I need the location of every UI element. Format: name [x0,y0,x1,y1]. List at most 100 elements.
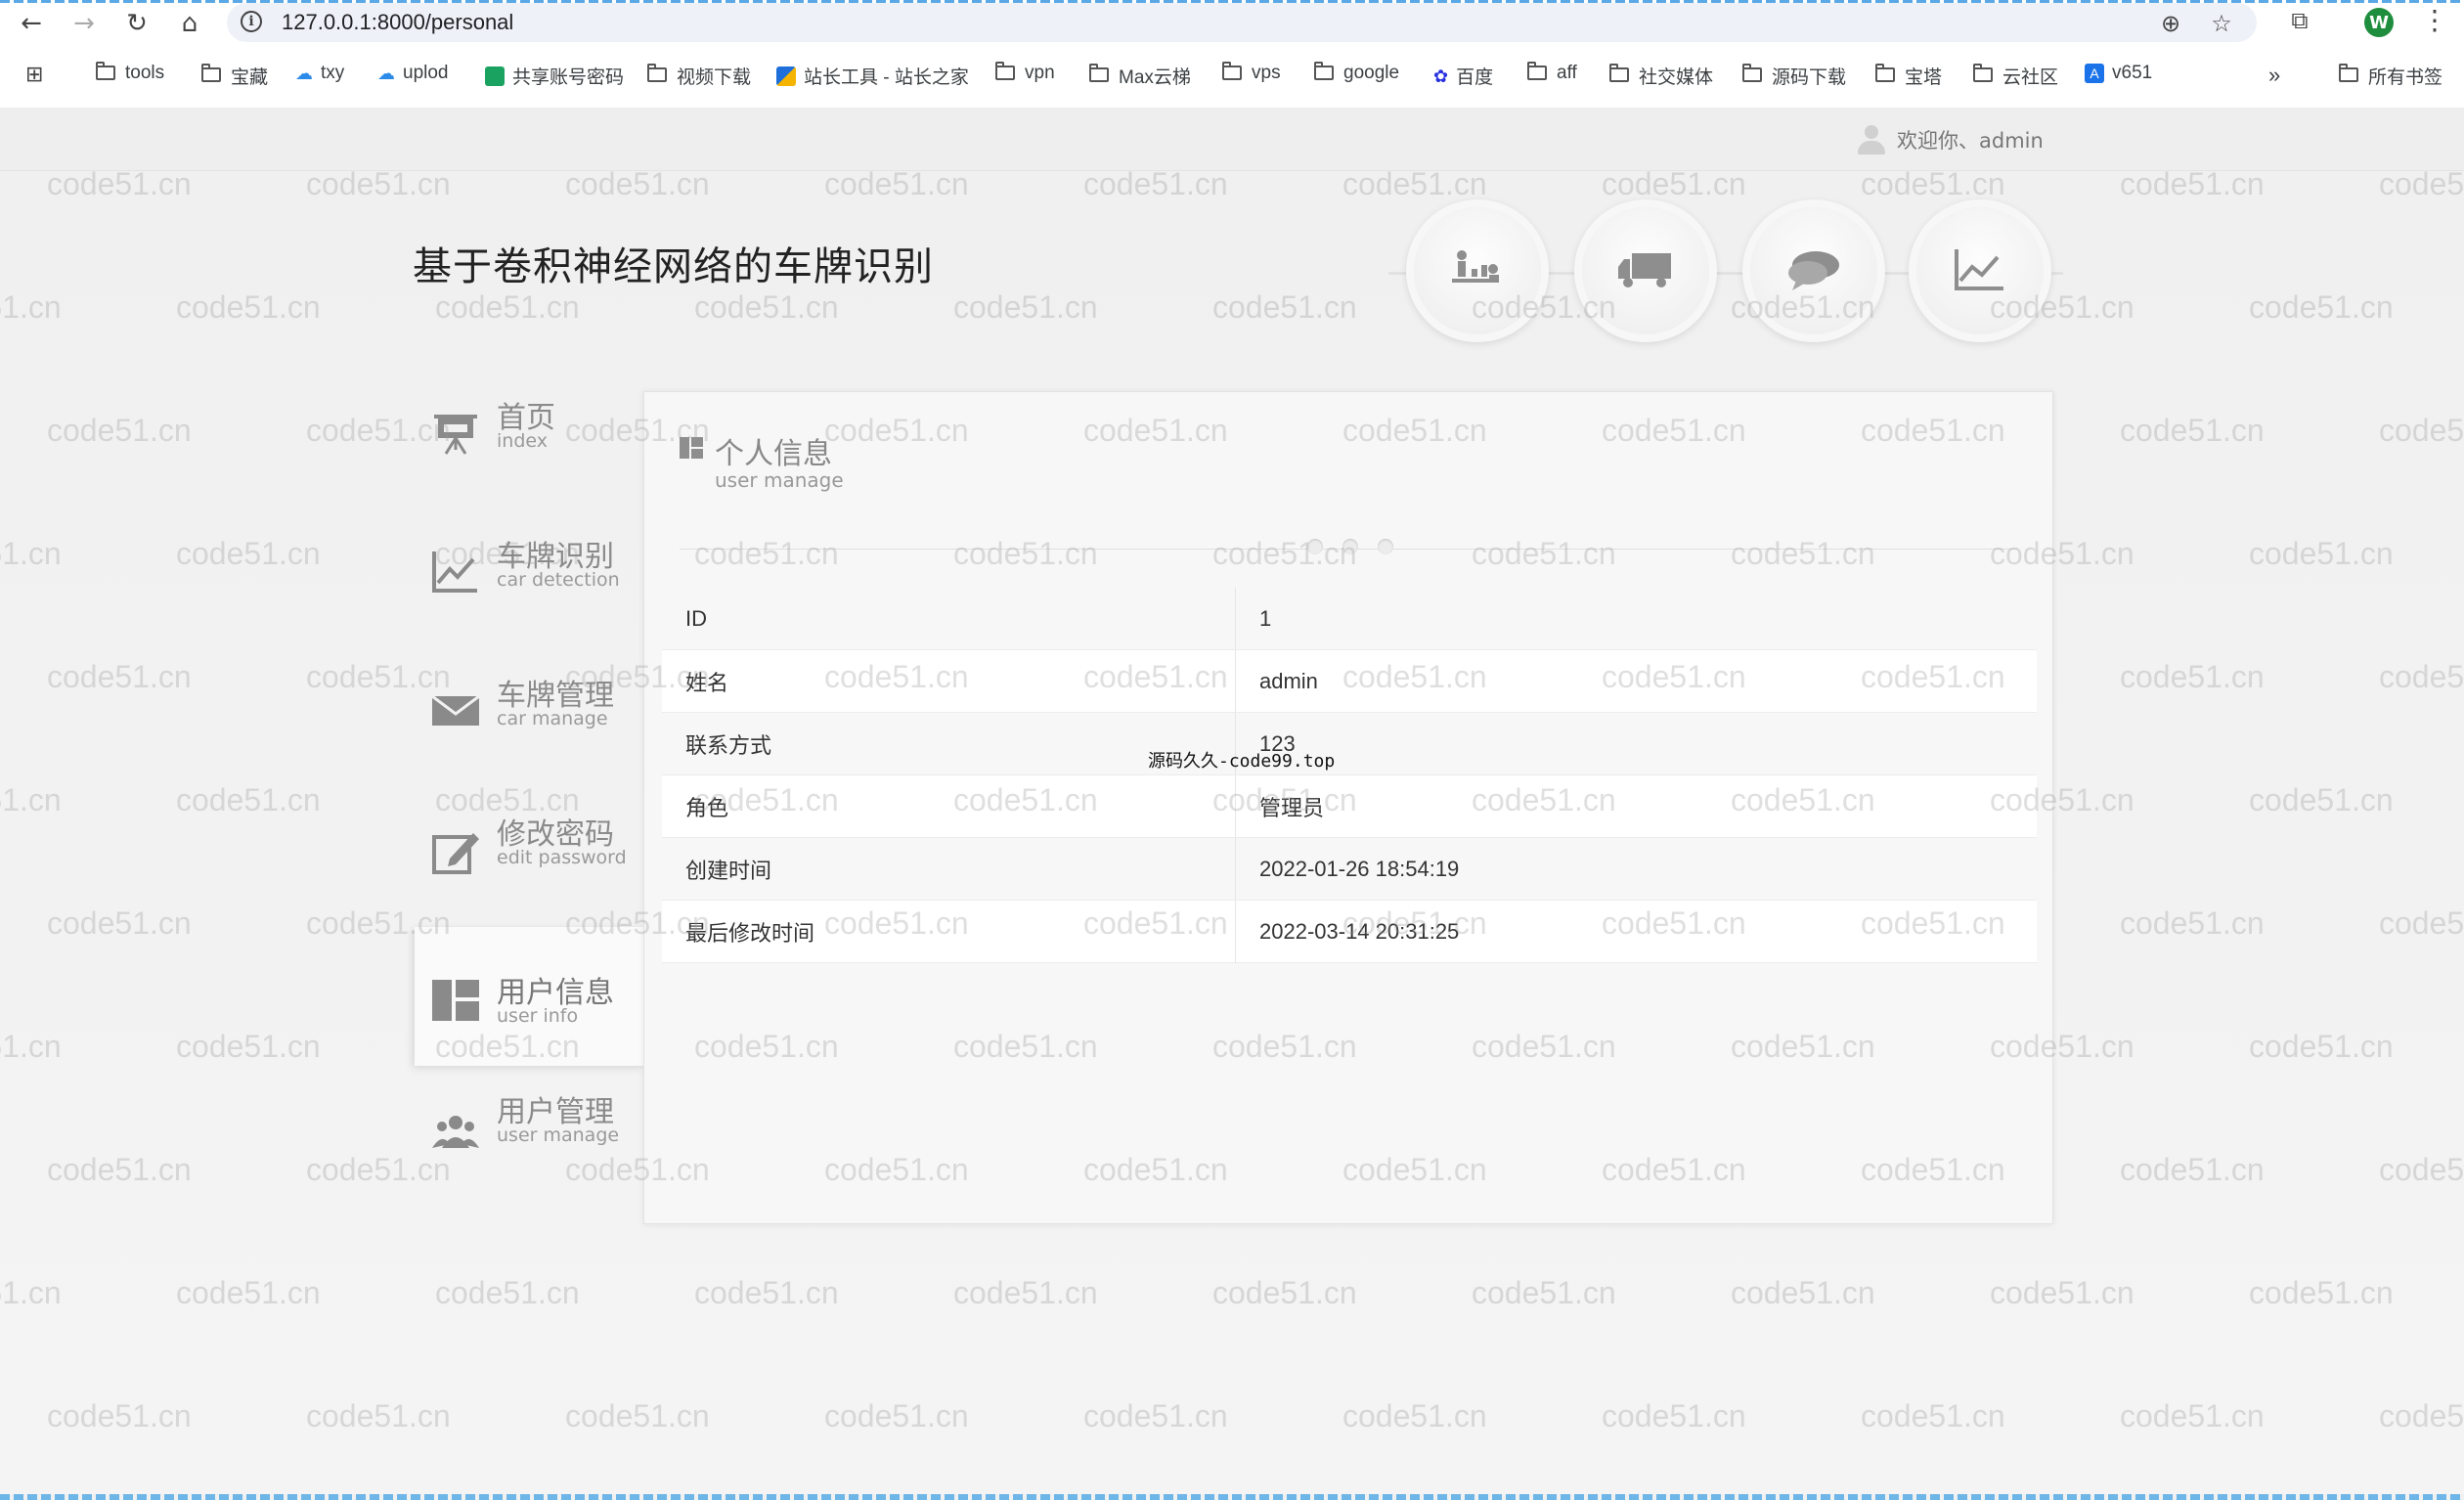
bookmarks-overflow-icon[interactable]: » [2268,63,2280,88]
presentation-icon [434,415,477,455]
edit-icon [432,833,479,874]
back-arrow-icon[interactable]: ← [10,4,53,43]
sidebar-item-sublabel: user manage [497,1125,620,1146]
bookmark-star-icon[interactable]: ☆ [2206,9,2237,38]
dashboard-icon [432,980,479,1021]
bookmark-max-ladder[interactable]: Max云梯 [1089,63,1191,89]
row-label: ID [662,588,1236,650]
cloud-icon: ☁ [377,64,395,83]
all-bookmarks[interactable]: 所有书签 [2339,63,2442,89]
bookmark-google[interactable]: google [1314,61,1399,84]
page: 欢迎你、admin 基于卷积神经网络的车牌识别 首页 index 车牌识别 ca… [0,108,2464,1500]
divider-dots [1307,539,1393,554]
bookmark-tools[interactable]: tools [96,61,164,84]
sheet-icon [485,66,505,86]
site-icon [776,66,796,86]
row-value: 123 [1235,712,2037,775]
row-value: 1 [1235,588,2037,650]
overlay-watermark-text: 源码久久-code99.top [1148,751,1336,772]
bookmark-vps[interactable]: vps [1222,61,1281,84]
sidebar-item-edit-password[interactable]: 修改密码 edit password [415,788,645,927]
panel-subtitle: user manage [715,468,844,492]
folder-icon [1973,64,1993,82]
address-bar[interactable]: i 127.0.0.1:8000/personal ⊕ ☆ [227,3,2257,42]
table-row: 联系方式 123 [662,712,2037,775]
row-value: 管理员 [1235,774,2037,838]
row-value: 2022-03-14 20:31:25 [1235,900,2037,963]
bookmark-txy[interactable]: ☁ txy [295,63,344,84]
user-info-table: ID 1 姓名 admin 联系方式 123 角色 管理员 创建时间 2022-… [662,588,2037,963]
sidebar-item-user-info[interactable]: 用户信息 user info [415,927,645,1066]
row-value: 2022-01-26 18:54:19 [1235,837,2037,901]
welcome-user: 欢迎你、admin [1856,123,2044,156]
truck-icon [1618,253,1671,287]
bookmark-baidu[interactable]: ✿ 百度 [1433,63,1493,89]
bookmark-vpn[interactable]: vpn [995,61,1055,84]
folder-icon [1089,64,1109,82]
top-truck-button[interactable] [1582,207,1709,334]
table-row: 创建时间 2022-01-26 18:54:19 [662,837,2037,901]
profile-avatar[interactable]: W [2364,8,2394,37]
folder-icon [1875,64,1895,82]
table-row: 姓名 admin [662,649,2037,713]
sidebar-item-sublabel: edit password [497,847,627,868]
bookmark-social-media[interactable]: 社交媒体 [1609,63,1713,89]
folder-icon [647,64,667,82]
user-avatar-icon [1856,123,1887,156]
forward-arrow-icon[interactable]: → [63,4,106,43]
sidebar-item-user-manage[interactable]: 用户管理 user manage [415,1066,645,1205]
top-chat-button[interactable] [1750,207,1877,334]
reload-icon[interactable]: ↻ [115,4,158,43]
sidebar-item-car-manage[interactable]: 车牌管理 car manage [415,649,645,788]
bookmark-v651[interactable]: Av651 [2085,63,2152,84]
row-label: 角色 [662,774,1236,838]
row-label: 姓名 [662,649,1236,713]
browser-toolbar: ← → ↻ ⌂ i 127.0.0.1:8000/personal ⊕ ☆ ⧉ … [0,0,2464,109]
users-icon [432,1116,479,1148]
site-title: 基于卷积神经网络的车牌识别 [413,244,934,289]
bookmark-source-download[interactable]: 源码下载 [1742,63,1846,89]
bookmark-baota[interactable]: 宝塔 [1875,63,1942,89]
row-label: 最后修改时间 [662,900,1236,963]
url-text[interactable]: 127.0.0.1:8000/personal [282,10,513,35]
sidebar-item-index[interactable]: 首页 index [415,372,645,510]
extensions-puzzle-icon[interactable]: ⧉ [2284,6,2315,35]
sidebar-item-sublabel: index [497,430,548,452]
baidu-paw-icon: ✿ [1433,66,1449,86]
bottom-accent-bar [0,1494,2464,1500]
browser-menu-icon[interactable]: ⋮ [2421,4,2448,36]
site-info-icon[interactable]: i [241,11,262,32]
bookmark-webmaster-tools[interactable]: 站长工具 - 站长之家 [776,63,969,89]
bookmark-aff[interactable]: aff [1527,61,1577,84]
cloud-icon: ☁ [295,64,313,83]
home-icon[interactable]: ⌂ [168,4,211,43]
welcome-text: 欢迎你、admin [1897,129,2044,153]
bookmark-shared-accounts[interactable]: 共享账号密码 [485,63,624,89]
sidebar-item-sublabel: user info [497,1005,579,1027]
bookmark-cloud-community[interactable]: 云社区 [1973,63,2058,89]
sidebar-item-car-detection[interactable]: 车牌识别 car detection [415,510,645,649]
bookmark-treasure[interactable]: 宝藏 [201,63,268,89]
zoom-icon[interactable]: ⊕ [2155,9,2186,38]
line-chart-icon [1955,249,2003,290]
chat-bubbles-icon [1788,251,1839,290]
sidebar-item-sublabel: car detection [497,569,620,591]
user-info-panel: 个人信息 user manage ID 1 姓名 admin 联系方式 123 [643,391,2053,1224]
line-chart-icon [432,551,477,593]
panel-title: 个人信息 [715,437,832,471]
folder-icon [1527,61,1547,80]
top-users-chart-button[interactable] [1414,207,1541,334]
bookmark-video-download[interactable]: 视频下载 [647,63,751,89]
folder-icon [201,64,221,82]
bookmark-uplod[interactable]: ☁ uplod [377,63,449,84]
dashboard-icon [680,437,703,459]
table-row: 最后修改时间 2022-03-14 20:31:25 [662,900,2037,963]
folder-icon [1222,61,1242,80]
row-label: 创建时间 [662,837,1236,901]
top-line-chart-button[interactable] [1916,207,2044,334]
page-top-bar [0,108,2464,171]
table-row: ID 1 [662,588,2037,650]
users-chart-icon [1452,250,1499,283]
table-row: 角色 管理员 [662,774,2037,838]
folder-icon [96,61,115,80]
